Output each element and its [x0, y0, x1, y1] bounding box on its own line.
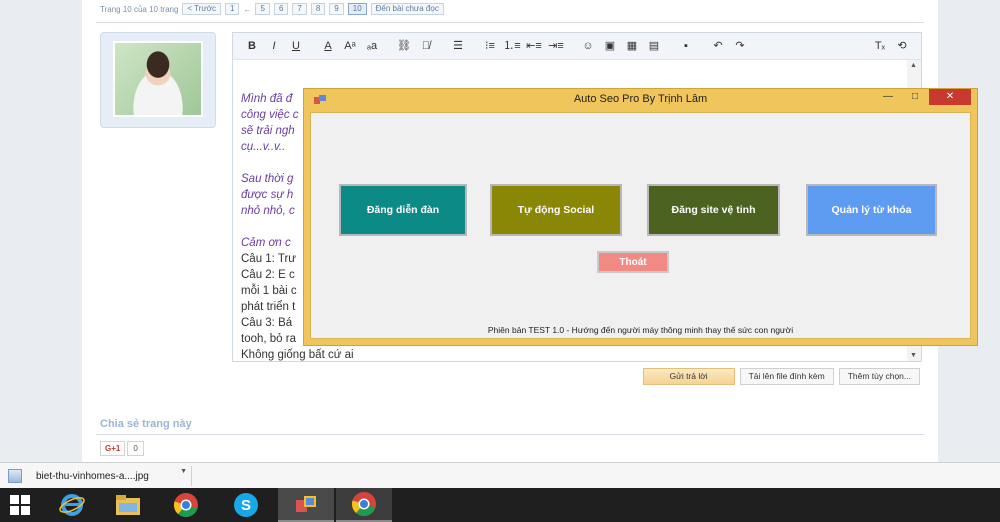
auto-seo-app-icon[interactable]	[278, 488, 334, 522]
text-color-icon[interactable]: A	[319, 37, 337, 55]
chrome-icon[interactable]	[336, 488, 392, 522]
remove-format-icon[interactable]: Tₓ	[871, 37, 889, 55]
chevron-down-icon[interactable]: ▼	[180, 468, 187, 475]
pagination-ellipsis-arrow: ←	[243, 4, 252, 14]
toggle-source-icon[interactable]: ⟲	[893, 37, 911, 55]
taskbar: S	[0, 488, 1000, 522]
keyword-manager-button[interactable]: Quản lý từ khóa	[806, 184, 937, 236]
divider	[96, 434, 924, 435]
pagination-page[interactable]: 6	[273, 3, 289, 15]
satellite-site-button[interactable]: Đăng site vệ tinh	[647, 184, 780, 236]
smiley-icon[interactable]: ☺	[579, 37, 597, 55]
underline-icon[interactable]: U	[287, 37, 305, 55]
divider	[96, 22, 924, 23]
svg-text:S: S	[241, 497, 251, 514]
italic-icon[interactable]: I	[265, 37, 283, 55]
indent-increase-icon[interactable]: ⇥≡	[547, 37, 565, 55]
upload-attachment-button[interactable]: Tải lên file đính kèm	[739, 368, 834, 385]
pagination-label: Trang 10 của 10 trang	[100, 4, 179, 14]
window-titlebar[interactable]: Auto Seo Pro By Trịnh Lâm — □ ✕	[304, 89, 977, 111]
pagination: Trang 10 của 10 trang < Trước 1 ← 5 6 7 …	[100, 2, 444, 16]
font-size-icon[interactable]: Aᵃ	[341, 37, 359, 55]
pagination-page[interactable]: 8	[310, 3, 326, 15]
undo-icon[interactable]: ↶	[709, 37, 727, 55]
skype-icon[interactable]: S	[218, 488, 274, 522]
numbered-list-icon[interactable]: ⒈≡	[503, 37, 521, 55]
more-options-button[interactable]: Thêm tùy chọn...	[838, 368, 920, 385]
pagination-page[interactable]: 5	[255, 3, 270, 15]
pagination-prev[interactable]: < Trước	[182, 3, 222, 15]
align-icon[interactable]: ☰	[449, 37, 467, 55]
pagination-page[interactable]: 9	[329, 3, 344, 15]
quote-icon[interactable]: ▤	[645, 37, 663, 55]
share-title: Chia sẻ trang này	[100, 418, 192, 430]
redo-icon[interactable]: ↷	[731, 37, 749, 55]
version-text: Phiên bản TEST 1.0 - Hướng đến người máy…	[487, 325, 794, 335]
indent-decrease-icon[interactable]: ⇤≡	[525, 37, 543, 55]
download-item[interactable]: biet-thu-vinhomes-a....jpg ▼	[4, 466, 192, 486]
save-draft-icon[interactable]: ▪	[677, 37, 695, 55]
chrome-icon[interactable]	[158, 488, 214, 522]
image-file-icon	[8, 469, 22, 483]
user-avatar-panel	[100, 32, 216, 128]
forum-post-button[interactable]: Đăng diễn đàn	[339, 184, 467, 236]
avatar[interactable]	[113, 41, 203, 117]
auto-seo-window: Auto Seo Pro By Trịnh Lâm — □ ✕ Đăng diễ…	[303, 88, 978, 346]
font-family-icon[interactable]: ₐa	[363, 37, 381, 55]
file-explorer-icon[interactable]	[100, 488, 156, 522]
pagination-page[interactable]: 1	[225, 3, 240, 15]
editor-toolbar: B I U A Aᵃ ₐa ⛓ ⛓̸ ☰ ⁝≡ ⒈≡ ⇤≡ ⇥≡ ☺ ▣ ▦ ▤…	[233, 33, 921, 60]
scroll-down-icon[interactable]: ▼	[910, 352, 917, 359]
close-button[interactable]: ✕	[929, 89, 971, 105]
gplus-button[interactable]: G+1	[100, 441, 126, 456]
submit-reply-button[interactable]: Gửi trả lời	[642, 368, 735, 385]
maximize-button[interactable]: □	[902, 89, 928, 105]
exit-button[interactable]: Thoát	[597, 251, 669, 273]
share-gplus: G+1 0	[100, 441, 144, 456]
reply-actions: Gửi trả lời Tải lên file đính kèm Thêm t…	[642, 368, 920, 385]
link-icon[interactable]: ⛓	[395, 37, 413, 55]
editor-line: Không giống bất cứ ai	[241, 349, 354, 361]
window-client: Đăng diễn đàn Tự động Social Đăng site v…	[310, 112, 971, 339]
download-filename: biet-thu-vinhomes-a....jpg	[36, 470, 149, 482]
minimize-button[interactable]: —	[875, 89, 901, 105]
scroll-up-icon[interactable]: ▲	[910, 62, 917, 69]
unlink-icon[interactable]: ⛓̸	[417, 37, 435, 55]
pagination-page[interactable]: 7	[292, 3, 307, 15]
download-bar: biet-thu-vinhomes-a....jpg ▼	[0, 462, 1000, 488]
unread-post-link[interactable]: Đến bài chưa đọc	[370, 3, 444, 15]
internet-explorer-icon[interactable]	[44, 488, 100, 522]
media-icon[interactable]: ▦	[623, 37, 641, 55]
bold-icon[interactable]: B	[243, 37, 261, 55]
windows-start-icon[interactable]	[0, 488, 40, 522]
auto-social-button[interactable]: Tự động Social	[490, 184, 622, 236]
image-icon[interactable]: ▣	[601, 37, 619, 55]
gplus-count: 0	[127, 441, 144, 456]
bullet-list-icon[interactable]: ⁝≡	[481, 37, 499, 55]
pagination-current-page[interactable]: 10	[347, 3, 367, 15]
